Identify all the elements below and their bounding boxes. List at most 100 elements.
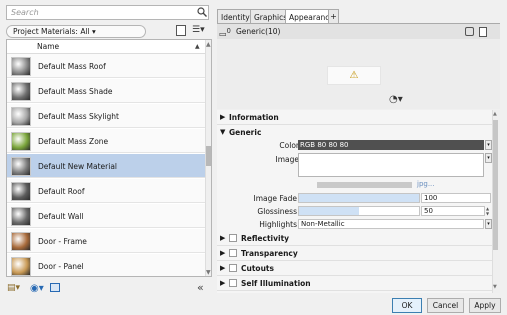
cancel-button[interactable]: Cancel xyxy=(427,298,464,313)
scroll-up-icon[interactable]: ▲ xyxy=(206,41,211,48)
material-name: Default New Material xyxy=(38,162,117,171)
duplicate-asset-icon[interactable] xyxy=(479,27,487,37)
section-label: Information xyxy=(229,113,279,122)
image-fade-label: Image Fade xyxy=(253,194,297,203)
section-label: Reflectivity xyxy=(241,234,290,243)
material-list: Name ▲ Default Mass Roof Default Mass Sha… xyxy=(6,39,212,277)
image-menu-button[interactable]: ▾ xyxy=(485,153,492,163)
section-cutouts[interactable]: ▶ Cutouts xyxy=(217,261,492,276)
image-label: Image xyxy=(275,155,300,164)
asset-name: Generic(10) xyxy=(236,27,281,36)
expand-icon: ▶ xyxy=(220,279,226,287)
material-name: Default Mass Roof xyxy=(38,62,106,71)
material-name: Door - Frame xyxy=(38,237,87,246)
list-view-icon[interactable]: ☰▾ xyxy=(192,25,208,37)
material-thumbnail xyxy=(11,207,31,226)
material-thumbnail xyxy=(11,257,31,276)
list-item[interactable]: Default Mass Skylight xyxy=(7,104,205,128)
search-input[interactable]: Search xyxy=(6,5,209,20)
material-thumbnail xyxy=(11,82,31,101)
add-tab-button[interactable]: + xyxy=(328,9,339,24)
scroll-down-icon[interactable]: ▼ xyxy=(493,284,497,290)
section-information[interactable]: ▶ Information xyxy=(217,110,492,125)
material-name: Default Wall xyxy=(38,212,84,221)
scroll-down-icon[interactable]: ▼ xyxy=(206,269,211,276)
name-column-header[interactable]: Name xyxy=(7,40,205,54)
scroll-up-icon[interactable]: ▲ xyxy=(493,111,497,117)
apply-button[interactable]: Apply xyxy=(469,298,501,313)
image-field[interactable] xyxy=(298,153,484,177)
highlights-dropdown-icon[interactable]: ▾ xyxy=(485,219,492,229)
warning-icon: ⚠ xyxy=(327,66,381,85)
section-label: Generic xyxy=(229,128,262,137)
glossiness-slider[interactable] xyxy=(298,206,420,216)
highlights-label: Highlights xyxy=(259,220,297,229)
material-thumbnail xyxy=(11,57,31,76)
list-scroll-thumb[interactable] xyxy=(206,146,211,166)
section-generic[interactable]: ▼ Generic xyxy=(217,125,492,140)
expand-icon: ▶ xyxy=(220,249,226,257)
image-fade-slider[interactable] xyxy=(298,193,420,203)
expand-icon: ▶ xyxy=(220,113,226,121)
project-materials-filter[interactable]: Project Materials: All ▾ xyxy=(6,25,146,38)
transparency-checkbox[interactable] xyxy=(229,249,237,257)
asset-count-badge: 0 xyxy=(226,27,231,35)
material-name: Default Mass Zone xyxy=(38,137,109,146)
list-item[interactable]: Door - Frame xyxy=(7,229,205,253)
list-item[interactable]: Default Wall xyxy=(7,204,205,228)
highlights-select[interactable]: Non-Metallic xyxy=(298,219,484,229)
search-icon[interactable] xyxy=(197,7,207,17)
section-label: Self Illumination xyxy=(241,279,311,288)
image-file-link[interactable]: jpg... xyxy=(417,180,435,188)
ok-button[interactable]: OK xyxy=(392,298,422,313)
filter-label: Project Materials: All xyxy=(13,27,90,36)
properties-scroll-thumb[interactable] xyxy=(493,120,498,250)
glossiness-fill xyxy=(299,207,359,215)
replace-asset-icon[interactable] xyxy=(465,27,474,36)
expand-icon: ▶ xyxy=(220,234,226,242)
material-name: Default Mass Shade xyxy=(38,87,113,96)
collapse-section-icon: ▼ xyxy=(220,128,226,136)
self-illumination-checkbox[interactable] xyxy=(229,279,237,287)
color-field[interactable]: RGB 80 80 80 xyxy=(298,140,484,150)
material-preview: ⚠ ◔▾ xyxy=(217,39,500,109)
list-item[interactable]: Default Mass Roof xyxy=(7,54,205,78)
create-material-icon[interactable]: ◉▾ xyxy=(30,283,44,294)
name-column-label: Name xyxy=(37,42,60,51)
material-thumbnail xyxy=(11,182,31,201)
material-thumbnail xyxy=(11,232,31,251)
list-item[interactable]: Door - Panel xyxy=(7,254,205,276)
section-self-illumination[interactable]: ▶ Self Illumination xyxy=(217,276,492,291)
preview-options-icon[interactable]: ◔▾ xyxy=(389,94,403,105)
tab-identity[interactable]: Identity xyxy=(217,9,254,24)
color-menu-button[interactable]: ▾ xyxy=(485,140,492,150)
section-transparency[interactable]: ▶ Transparency xyxy=(217,246,492,261)
asset-header: ▭0 Generic(10) xyxy=(217,23,500,39)
material-name: Default Roof xyxy=(38,187,85,196)
properties-panel: ▶ Information ▼ Generic Color RGB 80 80 80… xyxy=(217,110,500,293)
section-reflectivity[interactable]: ▶ Reflectivity xyxy=(217,231,492,246)
glossiness-input[interactable]: 50 xyxy=(421,206,485,216)
view-toggle-icon[interactable] xyxy=(176,25,186,36)
chevron-down-icon: ▾ xyxy=(92,27,96,36)
material-thumbnail xyxy=(11,157,31,176)
image-fade-input[interactable]: 100 xyxy=(421,193,491,203)
list-item[interactable]: Default Mass Zone xyxy=(7,129,205,153)
list-item[interactable]: Default Roof xyxy=(7,179,205,203)
list-item[interactable]: Default New Material xyxy=(7,154,205,178)
section-label: Cutouts xyxy=(241,264,274,273)
reflectivity-checkbox[interactable] xyxy=(229,234,237,242)
cutouts-checkbox[interactable] xyxy=(229,264,237,272)
section-label: Transparency xyxy=(241,249,298,258)
list-item[interactable]: Default Mass Shade xyxy=(7,79,205,103)
expand-icon: ▶ xyxy=(220,264,226,272)
material-thumbnail xyxy=(11,132,31,151)
library-icon[interactable]: ▤▾ xyxy=(7,283,20,293)
shared-asset-icon: ▭0 xyxy=(219,27,231,39)
collapse-icon[interactable]: « xyxy=(197,281,204,294)
image-path-redacted xyxy=(317,182,412,188)
sort-ascending-icon: ▲ xyxy=(195,43,200,50)
material-name: Door - Panel xyxy=(38,262,84,271)
material-thumbnail xyxy=(11,107,31,126)
asset-browser-icon[interactable] xyxy=(50,283,60,292)
